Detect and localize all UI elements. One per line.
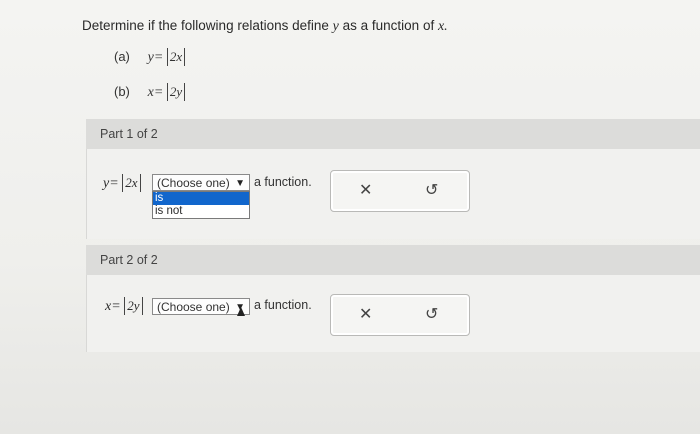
option-is[interactable]: is	[153, 192, 249, 205]
relation-a-lhs: y=	[147, 50, 164, 65]
part-2-select[interactable]: (Choose one) ▼	[152, 298, 250, 315]
part-2-action-box: ✕ ↺	[330, 294, 470, 336]
chevron-down-icon: ▼	[235, 178, 245, 189]
part-2-lhs: x=	[105, 299, 121, 314]
part-1-dropdown: is is not	[152, 191, 250, 219]
part-2-header: Part 2 of 2	[86, 245, 700, 275]
part-2-select-label: (Choose one)	[157, 300, 230, 314]
relation-a-abs: 2x	[166, 48, 186, 66]
part-2-equation: x= 2y	[105, 297, 143, 315]
part-2-suffix: a function.	[254, 298, 312, 312]
part-1-equation: y= 2x	[103, 174, 141, 192]
reset-icon[interactable]: ↺	[425, 304, 438, 324]
part-2-body: x= 2y (Choose one) ▼ a function. ✕ ↺	[86, 275, 700, 352]
prompt-var-y: y	[332, 19, 339, 34]
clear-icon[interactable]: ✕	[359, 180, 372, 200]
relation-b: (b) x= 2y	[114, 83, 186, 101]
part-1-action-box: ✕ ↺	[330, 170, 470, 212]
relation-a-label: (a)	[114, 49, 130, 64]
relation-b-abs: 2y	[166, 83, 186, 101]
reset-icon[interactable]: ↺	[425, 180, 438, 200]
part-2-title: Part 2 of 2	[100, 253, 158, 267]
mouse-cursor-icon	[237, 307, 245, 316]
option-is-not[interactable]: is not	[153, 205, 249, 218]
part-1-header: Part 1 of 2	[86, 119, 700, 149]
prompt-text: Determine if the following relations def…	[82, 18, 329, 33]
prompt-mid: as a function of	[342, 18, 435, 33]
question-page: Determine if the following relations def…	[0, 0, 700, 434]
part-1-abs: 2x	[122, 174, 141, 192]
relation-b-label: (b)	[114, 84, 130, 99]
part-1-select[interactable]: (Choose one) ▼	[152, 174, 250, 191]
part-1-suffix: a function.	[254, 175, 312, 189]
part-1-title: Part 1 of 2	[100, 127, 158, 141]
clear-icon[interactable]: ✕	[359, 304, 372, 324]
question-prompt: Determine if the following relations def…	[82, 18, 448, 35]
part-1-select-label: (Choose one)	[157, 176, 230, 190]
prompt-var-x: x.	[437, 19, 448, 34]
part-1-lhs: y=	[103, 176, 119, 191]
relation-a: (a) y= 2x	[114, 48, 186, 66]
relation-b-lhs: x=	[147, 85, 164, 100]
part-2-abs: 2y	[124, 297, 143, 315]
part-1-body: y= 2x (Choose one) ▼ is is not a functio…	[86, 149, 700, 239]
